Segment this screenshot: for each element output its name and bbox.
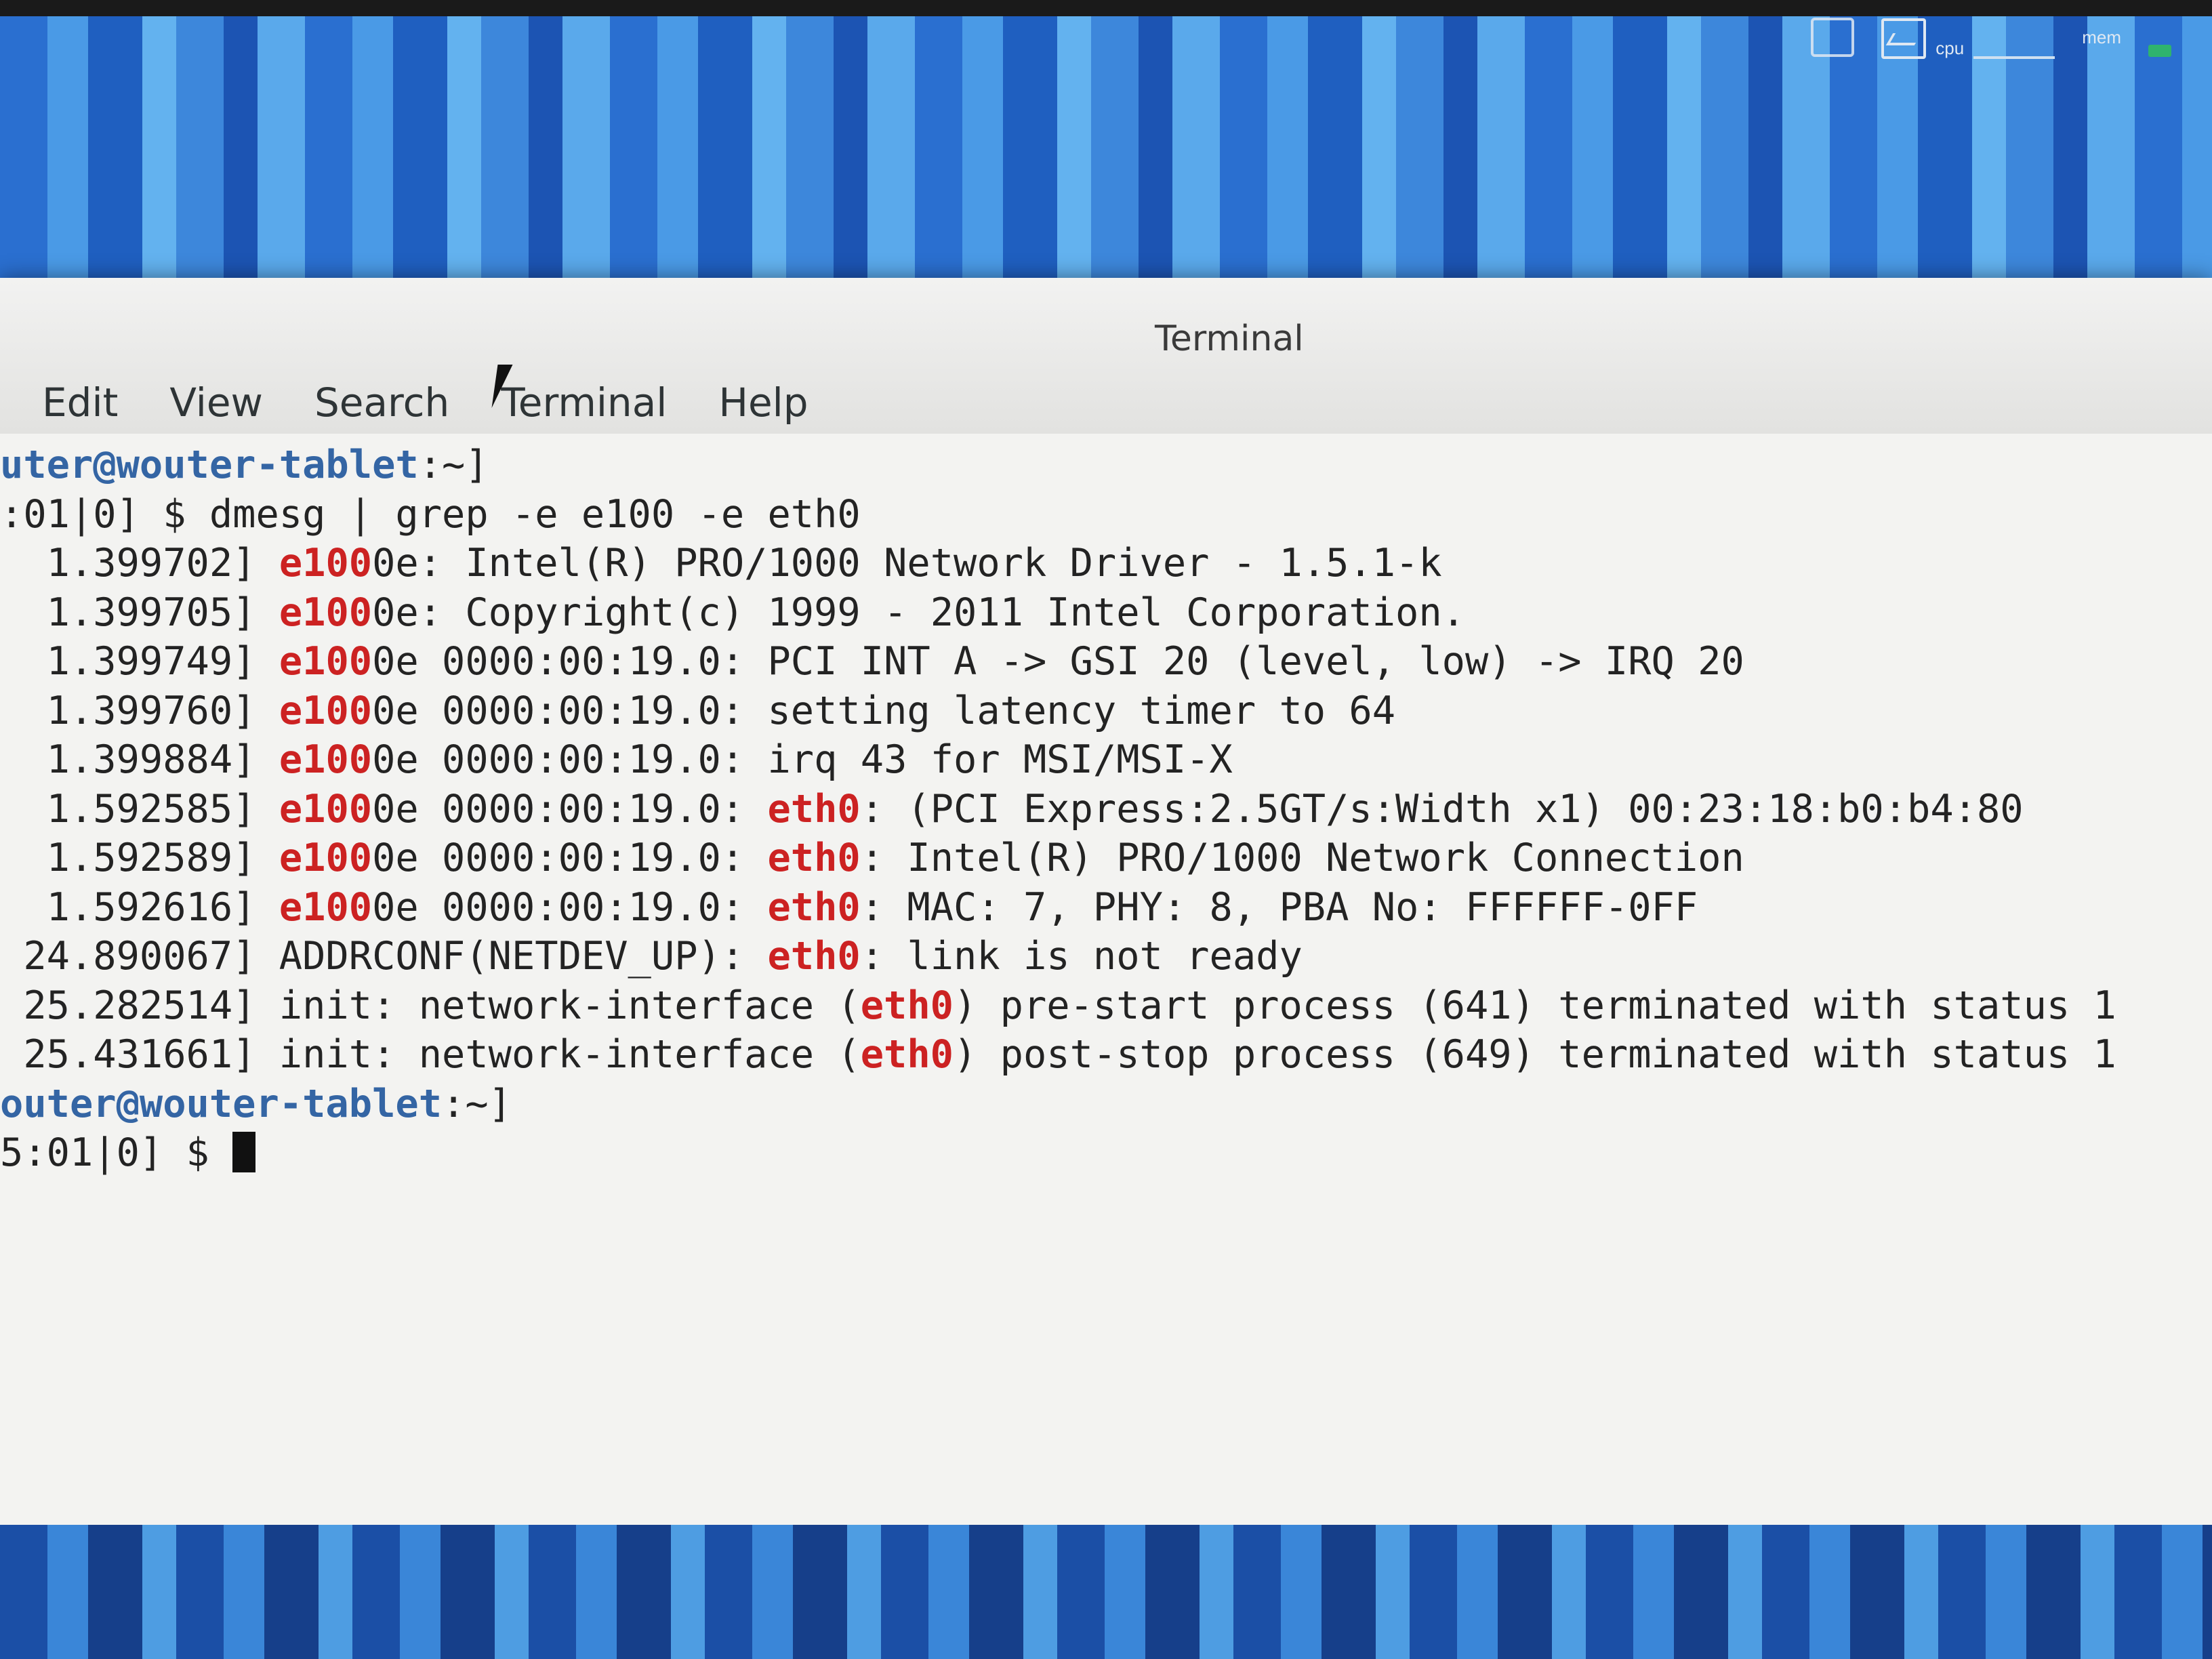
terminal-line: 5:01|0] $ [0, 1128, 2116, 1178]
line-text: : Intel(R) PRO/1000 Network Connection [860, 836, 1744, 880]
line-text: :~] [442, 1081, 512, 1126]
terminal-line: 1.592589] e1000e 0000:00:19.0: eth0: Int… [0, 834, 2116, 883]
battery-icon[interactable] [2148, 45, 2171, 57]
line-text: :01|0] $ dmesg | grep -e e100 -e eth0 [0, 491, 861, 537]
line-text: 1.399884] [0, 737, 279, 782]
line-text: : link is not ready [860, 934, 1303, 979]
menu-search[interactable]: Search [312, 380, 452, 426]
line-text: 0e: Intel(R) PRO/1000 Network Driver - 1… [372, 541, 1442, 586]
menu-edit[interactable]: Edit [39, 380, 121, 426]
terminal-window: Terminal Edit View Search Terminal Help … [0, 278, 2212, 1525]
menu-terminal[interactable]: Terminal [498, 380, 670, 426]
line-text: 1.592585] [0, 786, 279, 832]
terminal-line: uter@wouter-tablet:~] [0, 441, 2116, 490]
window-title: Terminal [1155, 319, 1304, 359]
line-text: 0e 0000:00:19.0: setting latency timer t… [372, 688, 1396, 733]
line-text: 5:01|0] $ [0, 1130, 233, 1175]
cpu-label: cpu [1936, 38, 1965, 58]
terminal-line: 24.890067] ADDRCONF(NETDEV_UP): eth0: li… [0, 932, 2116, 981]
line-text: 0e 0000:00:19.0: PCI INT A -> GSI 20 (le… [372, 639, 1744, 684]
highlight-match: e100 [279, 786, 373, 832]
line-text: : MAC: 7, PHY: 8, PBA No: FFFFFF-0FF [860, 884, 1698, 930]
cpu-monitor[interactable]: cpu [1881, 16, 2055, 59]
line-text: : (PCI Express:2.5GT/s:Width x1) 00:23:1… [860, 786, 2024, 832]
line-text: 25.431661] init: network-interface ( [0, 1032, 861, 1077]
highlight-match: e100 [279, 884, 373, 930]
line-text: ) post-stop process (649) terminated wit… [954, 1032, 2116, 1077]
menu-view[interactable]: View [167, 380, 266, 426]
system-monitor-icon [1881, 18, 1927, 59]
terminal-line: 1.399884] e1000e 0000:00:19.0: irq 43 fo… [0, 735, 2116, 785]
line-text: 1.399749] [0, 639, 279, 684]
line-text: ) pre-start process (641) terminated wit… [954, 983, 2116, 1028]
line-text: 0e 0000:00:19.0: [372, 836, 768, 880]
terminal-output[interactable]: uter@wouter-tablet:~]:01|0] $ dmesg | gr… [0, 434, 2212, 1525]
highlight-match: e100 [279, 836, 373, 880]
terminal-line: :01|0] $ dmesg | grep -e e100 -e eth0 [0, 490, 2116, 539]
highlight-match: eth0 [860, 1032, 954, 1077]
line-text: 0e: Copyright(c) 1999 - 2011 Intel Corpo… [372, 590, 1465, 635]
line-text: 0e 0000:00:19.0: irq 43 for MSI/MSI-X [372, 737, 1233, 782]
mem-label: mem [2082, 26, 2121, 47]
line-text: 1.399760] [0, 688, 279, 733]
line-text: 1.399705] [0, 590, 279, 635]
cpu-sparkline [1973, 16, 2055, 59]
system-tray: cpu mem [1811, 0, 2171, 75]
display-icon[interactable] [1811, 18, 1855, 57]
terminal-line: 25.431661] init: network-interface (eth0… [0, 1030, 2116, 1080]
highlight-match: e100 [279, 639, 373, 684]
prompt-user: uter@wouter-tablet [0, 443, 419, 487]
line-text: 0e 0000:00:19.0: [372, 786, 768, 832]
highlight-match: e100 [279, 688, 373, 733]
terminal-line: 1.592616] e1000e 0000:00:19.0: eth0: MAC… [0, 883, 2116, 933]
terminal-line: 1.399749] e1000e 0000:00:19.0: PCI INT A… [0, 637, 2116, 687]
highlight-match: eth0 [767, 786, 861, 832]
highlight-match: e100 [279, 737, 373, 782]
terminal-line: 1.399702] e1000e: Intel(R) PRO/1000 Netw… [0, 539, 2116, 588]
terminal-line: outer@wouter-tablet:~] [0, 1080, 2116, 1129]
line-text: 0e 0000:00:19.0: [372, 884, 768, 930]
line-text: 1.399702] [0, 541, 279, 586]
line-text: 25.282514] init: network-interface ( [0, 983, 861, 1028]
highlight-match: e100 [279, 590, 373, 635]
menubar: Edit View Search Terminal Help [39, 380, 811, 426]
terminal-text: uter@wouter-tablet:~]:01|0] $ dmesg | gr… [0, 441, 2116, 1178]
highlight-match: eth0 [767, 836, 861, 880]
line-text: 24.890067] ADDRCONF(NETDEV_UP): [0, 934, 768, 979]
prompt-user: outer@wouter-tablet [0, 1081, 443, 1126]
highlight-match: e100 [279, 541, 373, 586]
window-titlebar[interactable]: Terminal Edit View Search Terminal Help [0, 278, 2212, 434]
line-text: 1.592616] [0, 884, 279, 930]
text-cursor [232, 1132, 256, 1172]
desktop-wallpaper [0, 1525, 2212, 1659]
terminal-line: 1.399760] e1000e 0000:00:19.0: setting l… [0, 687, 2116, 736]
highlight-match: eth0 [767, 934, 861, 979]
terminal-line: 25.282514] init: network-interface (eth0… [0, 981, 2116, 1031]
terminal-line: 1.399705] e1000e: Copyright(c) 1999 - 20… [0, 588, 2116, 638]
menu-help[interactable]: Help [716, 380, 811, 426]
line-text: 1.592589] [0, 836, 279, 880]
line-text: :~] [418, 443, 489, 487]
terminal-line: 1.592585] e1000e 0000:00:19.0: eth0: (PC… [0, 785, 2116, 834]
highlight-match: eth0 [860, 983, 954, 1028]
highlight-match: eth0 [767, 884, 861, 930]
